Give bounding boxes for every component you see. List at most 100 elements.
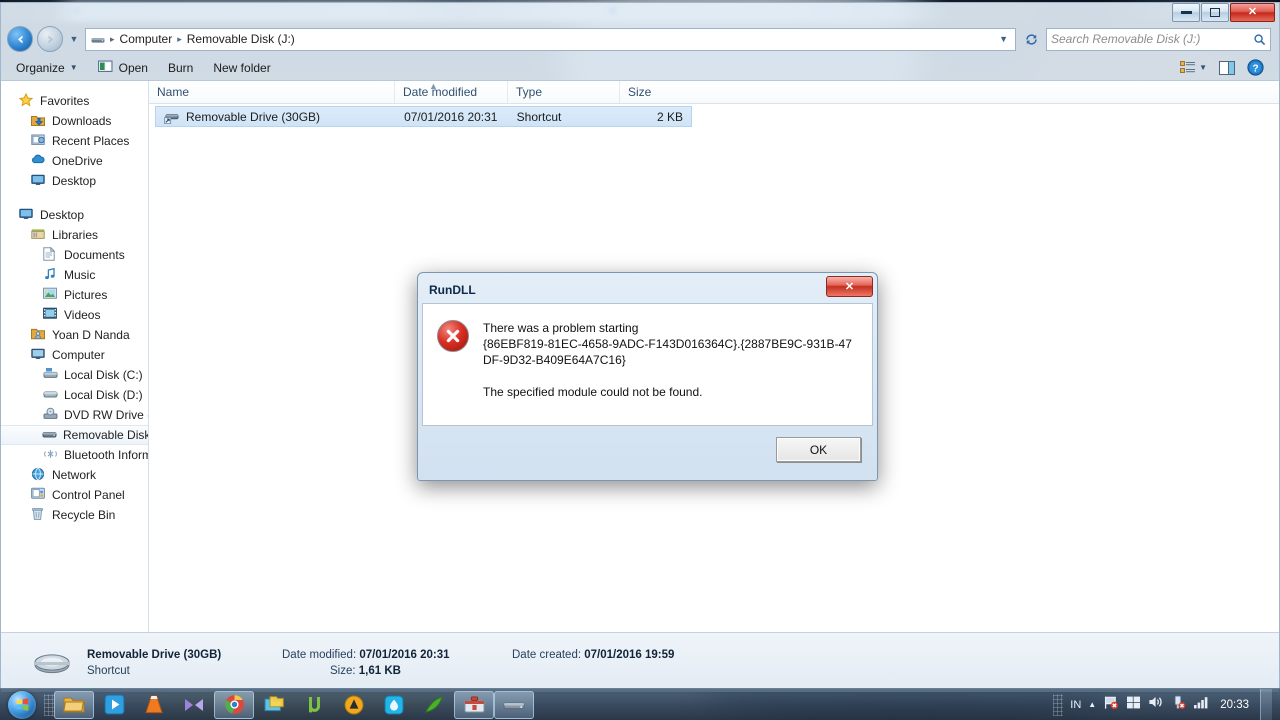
burn-button[interactable]: Burn xyxy=(159,58,202,78)
taskbar-app-orange-app[interactable] xyxy=(334,691,374,719)
close-button[interactable]: ✕ xyxy=(1230,3,1275,22)
column-header-name[interactable]: Name xyxy=(149,81,394,103)
column-header-date-modified[interactable]: Date modified xyxy=(394,81,507,103)
new-folder-button[interactable]: New folder xyxy=(204,58,279,78)
taskbar-app-cyan-app[interactable] xyxy=(374,691,414,719)
taskbar-app-green-app[interactable] xyxy=(414,691,454,719)
organize-button[interactable]: Organize ▼ xyxy=(7,58,87,78)
details-date-created: Date created: 07/01/2016 19:59 xyxy=(512,649,674,661)
flag-alert-icon[interactable] xyxy=(1103,695,1119,715)
taskbar-app-file-manager[interactable] xyxy=(254,691,294,719)
sidebar-item-bluetooth[interactable]: Bluetooth Informa xyxy=(1,445,148,465)
breadcrumb-separator: ▸ xyxy=(110,33,115,44)
file-name-label: Removable Drive (30GB) xyxy=(186,109,321,124)
rundll-error-dialog: RunDLL ✕ There was a problem starting {8… xyxy=(417,272,878,481)
taskbar-app-vlc-player[interactable] xyxy=(134,691,174,719)
taskbar-app-google-chrome[interactable] xyxy=(214,690,254,719)
window-titlebar[interactable]: ✕ xyxy=(1,3,1279,23)
taskbar-app-media-player[interactable] xyxy=(94,691,134,719)
taskbar-clock[interactable]: 20:33 xyxy=(1216,699,1253,711)
view-options-button[interactable]: ▼ xyxy=(1175,59,1212,77)
sidebar-item-libraries[interactable]: Libraries xyxy=(1,225,148,245)
address-dropdown-caret[interactable]: ▼ xyxy=(999,34,1011,44)
signal-bars-icon[interactable] xyxy=(1193,695,1209,714)
breadcrumb-separator[interactable]: ▸ xyxy=(175,34,184,45)
shortcut-drive-icon xyxy=(164,109,180,125)
sidebar-item-documents[interactable]: Documents xyxy=(1,245,148,265)
sidebar-item-label: Desktop xyxy=(52,174,97,188)
dialog-titlebar[interactable]: RunDLL ✕ xyxy=(422,276,873,303)
details-date-modified-value: 07/01/2016 20:31 xyxy=(359,648,450,661)
navigation-pane[interactable]: Favorites Downloads Recent Places OneDri… xyxy=(1,81,149,632)
history-dropdown-button[interactable]: ▼ xyxy=(67,34,81,44)
sidebar-item-videos[interactable]: Videos xyxy=(1,305,148,325)
taskbar-app-video-player[interactable] xyxy=(174,691,214,719)
file-type-cell: Shortcut xyxy=(516,109,562,124)
sidebar-item-music[interactable]: Music xyxy=(1,265,148,285)
breadcrumb-item-computer[interactable]: Computer xyxy=(117,32,176,46)
show-desktop-button[interactable] xyxy=(1260,688,1272,720)
taskbar-app-removable-drive-window[interactable] xyxy=(494,690,534,719)
minimize-button[interactable] xyxy=(1172,3,1200,22)
ok-button[interactable]: OK xyxy=(776,437,861,462)
column-header-type[interactable]: Type xyxy=(507,81,619,103)
onedrive-icon xyxy=(31,153,47,169)
details-date-created-value: 07/01/2016 19:59 xyxy=(584,648,675,661)
taskbar-app-toolbox-app[interactable] xyxy=(454,690,494,719)
sidebar-item-label: Desktop xyxy=(40,208,85,222)
column-header-size[interactable]: Size xyxy=(619,81,694,103)
address-path-field[interactable]: ▸ Computer ▸ Removable Disk (J:) ▼ xyxy=(85,27,1016,51)
view-list-icon xyxy=(1180,60,1196,73)
sidebar-item-favorites[interactable]: Favorites xyxy=(1,91,148,111)
taskbar-app-utorrent[interactable] xyxy=(294,691,334,719)
sidebar-item-desktop-root[interactable]: Desktop xyxy=(1,205,148,225)
help-button[interactable]: ? xyxy=(1242,57,1269,78)
maximize-button[interactable] xyxy=(1201,3,1229,22)
open-icon xyxy=(97,60,114,76)
toolbar-right-group: ▼ ? xyxy=(1175,57,1273,78)
back-arrow-icon xyxy=(17,35,22,43)
sidebar-item-computer[interactable]: Computer xyxy=(1,345,148,365)
breadcrumb-item-removable-disk[interactable]: Removable Disk (J:) xyxy=(184,32,298,46)
sidebar-item-local-disk-d[interactable]: Local Disk (D:) xyxy=(1,385,148,405)
star-icon xyxy=(18,92,35,109)
sidebar-item-pictures[interactable]: Pictures xyxy=(1,285,148,305)
sidebar-item-removable-disk[interactable]: Removable Disk (J: xyxy=(1,425,148,445)
sidebar-item-recent-places[interactable]: Recent Places xyxy=(1,131,148,151)
videos-icon xyxy=(43,307,59,323)
taskbar-grip[interactable] xyxy=(44,693,54,716)
language-indicator[interactable]: IN xyxy=(1070,699,1081,711)
burn-label: Burn xyxy=(167,60,194,75)
sidebar-item-label: Pictures xyxy=(64,288,108,302)
sidebar-item-onedrive[interactable]: OneDrive xyxy=(1,151,148,171)
back-button[interactable] xyxy=(7,26,33,52)
taskbar-app-windows-explorer[interactable] xyxy=(54,690,94,719)
sidebar-item-dvd-drive[interactable]: DVD RW Drive (E:) xyxy=(1,405,148,425)
sidebar-item-label: Libraries xyxy=(52,228,99,242)
search-box[interactable]: Search Removable Disk (J:) xyxy=(1046,27,1271,51)
removable-drive-icon xyxy=(42,427,58,443)
forward-button[interactable] xyxy=(37,26,63,52)
sidebar-item-user-folder[interactable]: Yoan D Nanda xyxy=(1,325,148,345)
sidebar-item-desktop[interactable]: Desktop xyxy=(1,171,148,191)
sidebar-item-recycle-bin[interactable]: Recycle Bin xyxy=(1,505,148,525)
sidebar-item-downloads[interactable]: Downloads xyxy=(1,111,148,131)
refresh-button[interactable] xyxy=(1020,28,1042,51)
refresh-icon xyxy=(1025,33,1037,45)
music-icon xyxy=(43,267,59,283)
speaker-icon[interactable] xyxy=(1148,695,1164,714)
sidebar-item-network[interactable]: Network xyxy=(1,465,148,485)
show-hidden-icons-button[interactable]: ▲ xyxy=(1088,700,1096,709)
preview-pane-button[interactable] xyxy=(1214,59,1240,77)
tray-grip[interactable] xyxy=(1053,693,1064,716)
network-tray-icon[interactable] xyxy=(1126,695,1141,715)
sidebar-item-control-panel[interactable]: Control Panel xyxy=(1,485,148,505)
open-button[interactable]: Open xyxy=(89,57,157,79)
search-input[interactable]: Search Removable Disk (J:) xyxy=(1051,32,1249,46)
start-button[interactable] xyxy=(0,690,44,720)
table-row[interactable]: Removable Drive (30GB) 07/01/2016 20:31 … xyxy=(155,106,692,127)
sidebar-item-local-disk-c[interactable]: Local Disk (C:) xyxy=(1,365,148,385)
sidebar-item-label: Computer xyxy=(52,348,105,362)
dialog-close-button[interactable]: ✕ xyxy=(826,276,873,297)
usb-alert-icon[interactable] xyxy=(1171,695,1186,715)
